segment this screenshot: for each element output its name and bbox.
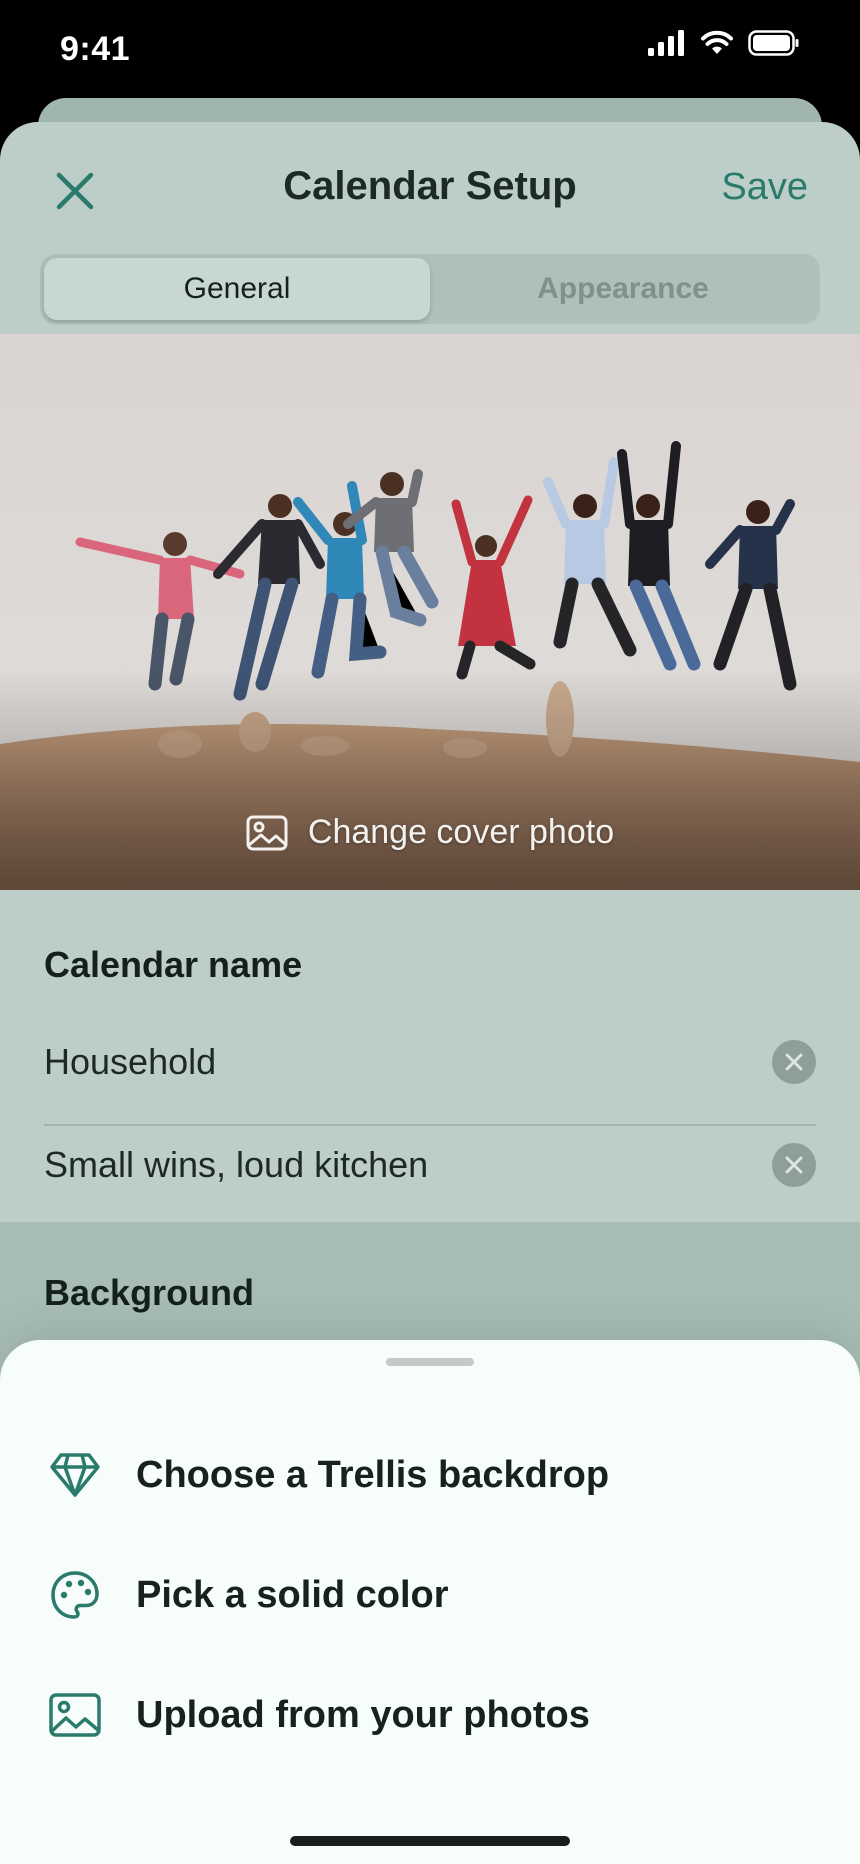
calendar-name-section: Calendar name Household Small wins, loud… [0, 890, 860, 1222]
image-icon [246, 815, 288, 850]
palette-icon [48, 1568, 102, 1622]
image-icon [48, 1688, 102, 1742]
status-icons [648, 30, 800, 56]
clear-name-button[interactable] [772, 1040, 816, 1084]
diamond-icon [48, 1448, 102, 1502]
calendar-name-field[interactable]: Household [44, 1012, 816, 1112]
segmented-control: General Appearance [40, 254, 820, 324]
tab-general[interactable]: General [44, 258, 430, 320]
status-bar: 9:41 [0, 0, 860, 100]
calendar-tagline-value: Small wins, loud kitchen [44, 1144, 429, 1185]
change-cover-photo-label: Change cover photo [307, 813, 615, 851]
cover-photo-image [0, 334, 860, 890]
wifi-icon [701, 30, 733, 54]
clear-tagline-button[interactable] [772, 1143, 816, 1187]
background-heading: Background [44, 1272, 255, 1313]
background-options-sheet: Choose a Trellis backdrop Pick a solid c… [0, 1340, 860, 1864]
tab-appearance[interactable]: Appearance [430, 258, 816, 320]
option-upload-photos[interactable]: Upload from your photos [0, 1660, 860, 1770]
clear-icon [785, 1156, 803, 1174]
option-trellis-backdrop[interactable]: Choose a Trellis backdrop [0, 1420, 860, 1530]
calendar-name-heading: Calendar name [44, 944, 303, 985]
calendar-tagline-field[interactable]: Small wins, loud kitchen [44, 1115, 816, 1215]
change-cover-photo-button[interactable]: Change cover photo [0, 813, 860, 852]
cover-photo[interactable]: Change cover photo [0, 334, 860, 890]
clear-icon [785, 1053, 803, 1071]
nav-bar: Calendar Setup Save [0, 122, 860, 254]
calendar-name-value: Household [44, 1041, 217, 1082]
sheet-grabber[interactable] [386, 1358, 474, 1366]
option-trellis-backdrop-label: Choose a Trellis backdrop [136, 1453, 610, 1496]
battery-icon [748, 30, 799, 56]
option-upload-photos-label: Upload from your photos [136, 1693, 590, 1736]
option-solid-color-label: Pick a solid color [136, 1573, 449, 1616]
save-button[interactable]: Save [721, 166, 808, 209]
cellular-signal-icon [648, 30, 684, 56]
home-indicator[interactable] [290, 1836, 570, 1846]
status-time: 9:41 [60, 30, 131, 68]
option-solid-color[interactable]: Pick a solid color [0, 1540, 860, 1650]
